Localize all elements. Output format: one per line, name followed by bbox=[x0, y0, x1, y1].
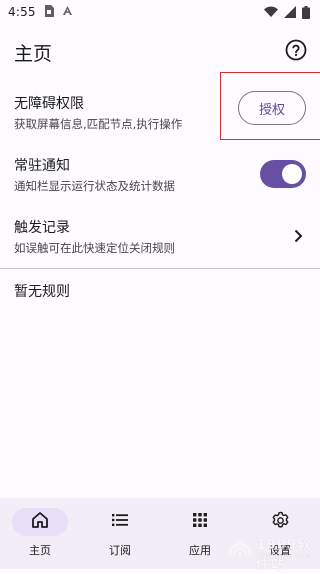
chevron-right-icon bbox=[290, 228, 306, 244]
wifi-icon bbox=[264, 6, 278, 18]
battery-icon bbox=[302, 5, 310, 19]
nav-label-apps: 应用 bbox=[189, 544, 211, 557]
app-bar: 主页 bbox=[0, 30, 320, 74]
signal-icon bbox=[284, 6, 296, 18]
notification-a-icon bbox=[62, 5, 73, 19]
nav-settings[interactable]: 设置 bbox=[240, 498, 320, 569]
apps-grid-icon bbox=[191, 511, 209, 533]
highlight-box: 授权 bbox=[220, 72, 320, 140]
sim-card-icon bbox=[44, 4, 54, 20]
accessibility-title: 无障碍权限 bbox=[14, 96, 84, 112]
toggle-knob bbox=[282, 164, 302, 184]
notification-toggle[interactable] bbox=[260, 160, 306, 188]
nav-apps[interactable]: 应用 bbox=[160, 498, 240, 569]
list-icon bbox=[111, 511, 129, 533]
help-button[interactable] bbox=[284, 39, 308, 65]
nav-active-indicator bbox=[12, 508, 68, 536]
status-time: 4:55 bbox=[8, 5, 36, 19]
notification-subtitle: 通知栏显示运行状态及统计数据 bbox=[14, 179, 175, 193]
nav-home[interactable]: 主页 bbox=[0, 498, 80, 569]
records-row[interactable]: 触发记录 如误触可在此快速定位关闭规则 bbox=[0, 214, 320, 260]
nav-subscriptions[interactable]: 订阅 bbox=[80, 498, 160, 569]
divider bbox=[0, 268, 320, 269]
home-icon bbox=[31, 511, 49, 533]
empty-rules-text: 暂无规则 bbox=[14, 284, 70, 300]
grant-button[interactable]: 授权 bbox=[238, 91, 306, 125]
notification-row[interactable]: 常驻通知 通知栏显示运行状态及统计数据 bbox=[0, 152, 320, 198]
bottom-nav: 主页 订阅 应用 设置 bbox=[0, 498, 320, 569]
nav-label-subscriptions: 订阅 bbox=[109, 544, 131, 557]
status-bar: 4:55 bbox=[0, 0, 320, 24]
page-title: 主页 bbox=[14, 42, 53, 65]
notification-title: 常驻通知 bbox=[14, 158, 70, 174]
records-subtitle: 如误触可在此快速定位关闭规则 bbox=[14, 241, 175, 255]
nav-label-home: 主页 bbox=[29, 544, 51, 557]
nav-label-settings: 设置 bbox=[269, 544, 291, 557]
gear-icon bbox=[271, 511, 290, 534]
help-icon bbox=[285, 39, 307, 65]
accessibility-subtitle: 获取屏幕信息,匹配节点,执行操作 bbox=[14, 117, 183, 131]
records-title: 触发记录 bbox=[14, 220, 70, 236]
